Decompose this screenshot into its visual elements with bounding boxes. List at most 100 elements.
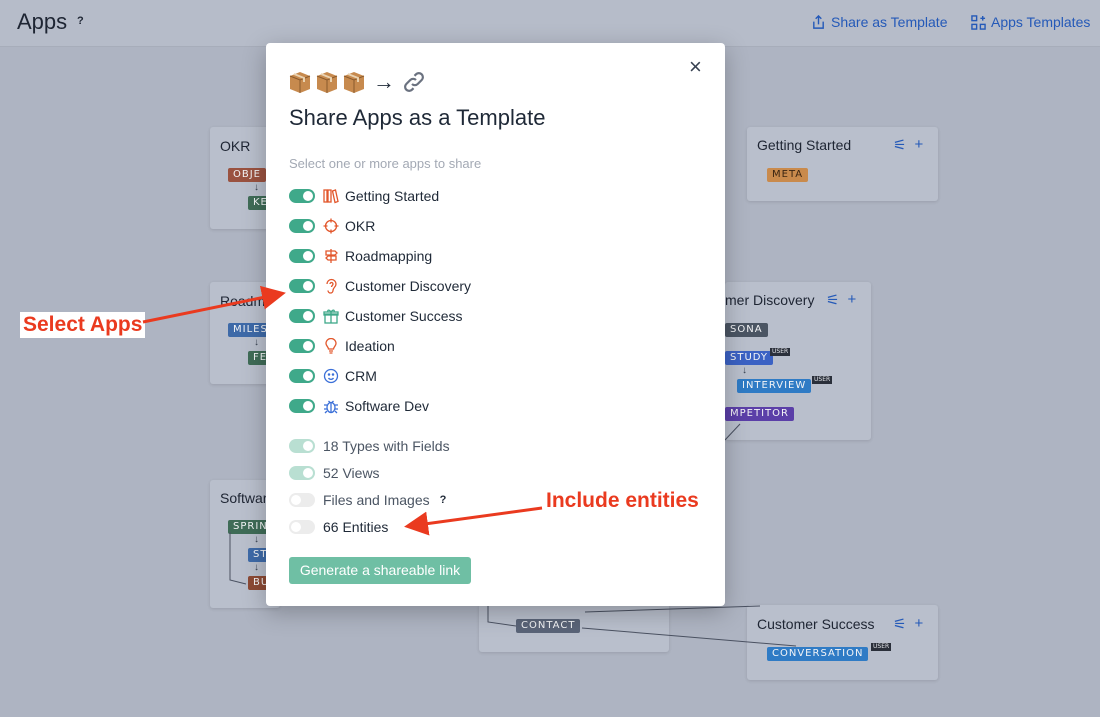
tag-conversation[interactable]: CONVERSATION — [767, 647, 869, 661]
toggle-switch[interactable] — [289, 279, 315, 293]
card-title: Roadm — [220, 293, 266, 309]
apps-templates-label: Apps Templates — [991, 14, 1091, 30]
tag-objective[interactable]: OBJE — [228, 168, 266, 182]
add-icon[interactable]: + — [847, 291, 856, 309]
package-icon — [343, 72, 365, 93]
card-title: Customer Success — [757, 616, 875, 632]
app-option-software-dev[interactable]: Software Dev — [289, 396, 429, 416]
down-arrow-icon: ↓ — [254, 562, 259, 573]
share-as-template-button[interactable]: Share as Template — [811, 14, 947, 30]
user-badge: USER — [812, 376, 833, 384]
ear-icon — [323, 278, 339, 294]
app-option-ideation[interactable]: Ideation — [289, 336, 395, 356]
help-icon[interactable]: ? — [440, 494, 447, 506]
card-title: mer Discovery — [725, 292, 815, 308]
card-title: Softwar — [220, 490, 268, 506]
arrow-icon: → — [373, 69, 395, 94]
app-option-label: Roadmapping — [345, 248, 433, 264]
close-icon[interactable]: × — [689, 56, 702, 78]
generate-link-button[interactable]: Generate a shareable link — [289, 557, 471, 584]
option-entities[interactable]: 66 Entities — [289, 517, 388, 537]
toggle-switch[interactable] — [289, 439, 315, 453]
app-option-label: CRM — [345, 368, 377, 384]
modal-hint: Select one or more apps to share — [289, 156, 482, 171]
top-bar: Apps ? Share as Template Apps Templates — [0, 0, 1100, 47]
tag-contact[interactable]: CONTACT — [516, 619, 581, 633]
toggle-switch[interactable] — [289, 520, 315, 534]
tag-meta[interactable]: META — [767, 168, 809, 182]
tag-study[interactable]: STUDY — [725, 351, 774, 365]
toggle-switch[interactable] — [289, 249, 315, 263]
settings-icon[interactable]: ⚟ — [893, 615, 906, 633]
modal-illustration: → — [288, 69, 426, 95]
app-option-customer-discovery[interactable]: Customer Discovery — [289, 276, 471, 296]
app-option-roadmapping[interactable]: Roadmapping — [289, 246, 432, 266]
toggle-switch[interactable] — [289, 466, 315, 480]
card-tools: ⚟ + — [893, 615, 923, 633]
crm-card[interactable]: CONTACT — [479, 604, 669, 652]
package-icon — [316, 72, 338, 93]
smiley-icon — [323, 368, 339, 384]
help-icon[interactable]: ? — [77, 15, 84, 27]
app-option-crm[interactable]: CRM — [289, 366, 377, 386]
toggle-switch[interactable] — [289, 219, 315, 233]
settings-icon[interactable]: ⚟ — [826, 291, 839, 309]
gift-icon — [323, 308, 339, 324]
option-label: 18 Types with Fields — [323, 438, 450, 454]
app-option-okr[interactable]: OKR — [289, 216, 375, 236]
option-label: Files and Images — [323, 492, 430, 508]
tag-interview[interactable]: INTERVIEW — [737, 379, 812, 393]
down-arrow-icon: ↓ — [254, 534, 259, 545]
toggle-switch[interactable] — [289, 399, 315, 413]
card-tools: ⚟ + — [826, 291, 856, 309]
share-label: Share as Template — [831, 14, 948, 30]
modal-title: Share Apps as a Template — [289, 105, 546, 130]
down-arrow-icon: ↓ — [742, 365, 747, 376]
card-title: OKR — [220, 138, 251, 154]
toggle-switch[interactable] — [289, 309, 315, 323]
toggle-switch[interactable] — [289, 369, 315, 383]
toggle-switch[interactable] — [289, 189, 315, 203]
option-files-and-images[interactable]: Files and Images ? — [289, 490, 446, 510]
customer-success-card[interactable]: Customer Success ⚟ + CONVERSATION USER — [747, 605, 938, 680]
share-icon — [813, 14, 824, 29]
add-icon[interactable]: + — [914, 136, 923, 154]
app-option-label: Getting Started — [345, 188, 440, 204]
app-option-label: Software Dev — [345, 398, 430, 414]
down-arrow-icon: ↓ — [254, 182, 259, 193]
app-option-label: Ideation — [345, 338, 395, 354]
app-option-customer-success[interactable]: Customer Success — [289, 306, 462, 326]
toggle-switch[interactable] — [289, 493, 315, 507]
page-title: Apps — [17, 9, 68, 34]
lightbulb-icon — [323, 338, 339, 354]
package-icon — [289, 72, 311, 93]
share-template-modal: × → Share Apps as a Template Select one … — [266, 43, 725, 606]
card-tools: ⚟ + — [893, 136, 923, 154]
settings-icon[interactable]: ⚟ — [893, 136, 906, 154]
grid-plus-icon — [971, 14, 986, 30]
add-icon[interactable]: + — [914, 615, 923, 633]
apps-templates-button[interactable]: Apps Templates — [971, 14, 1090, 30]
callout-include-entities: Include entities — [546, 489, 699, 512]
option-views[interactable]: 52 Views — [289, 463, 380, 483]
tag-competitor[interactable]: MPETITOR — [725, 407, 794, 421]
user-badge: USER — [770, 348, 791, 356]
signpost-icon — [323, 248, 339, 264]
app-option-label: OKR — [345, 218, 376, 234]
option-label: 52 Views — [323, 465, 380, 481]
tag-persona[interactable]: SONA — [725, 323, 768, 337]
customer-discovery-card[interactable]: mer Discovery ⚟ + SONA STUDY USER ↓ INTE… — [725, 282, 871, 440]
app-option-getting-started[interactable]: Getting Started — [289, 186, 439, 206]
callout-select-apps: Select Apps — [20, 312, 146, 338]
bug-icon — [323, 398, 339, 414]
getting-started-card[interactable]: Getting Started ⚟ + META — [747, 127, 938, 201]
down-arrow-icon: ↓ — [254, 337, 259, 348]
link-icon — [404, 72, 424, 92]
app-option-label: Customer Success — [345, 308, 463, 324]
option-types-with-fields[interactable]: 18 Types with Fields — [289, 436, 450, 456]
option-label: 66 Entities — [323, 519, 389, 535]
app-option-label: Customer Discovery — [345, 278, 472, 294]
books-icon — [323, 188, 339, 204]
toggle-switch[interactable] — [289, 339, 315, 353]
card-title: Getting Started — [757, 137, 852, 153]
